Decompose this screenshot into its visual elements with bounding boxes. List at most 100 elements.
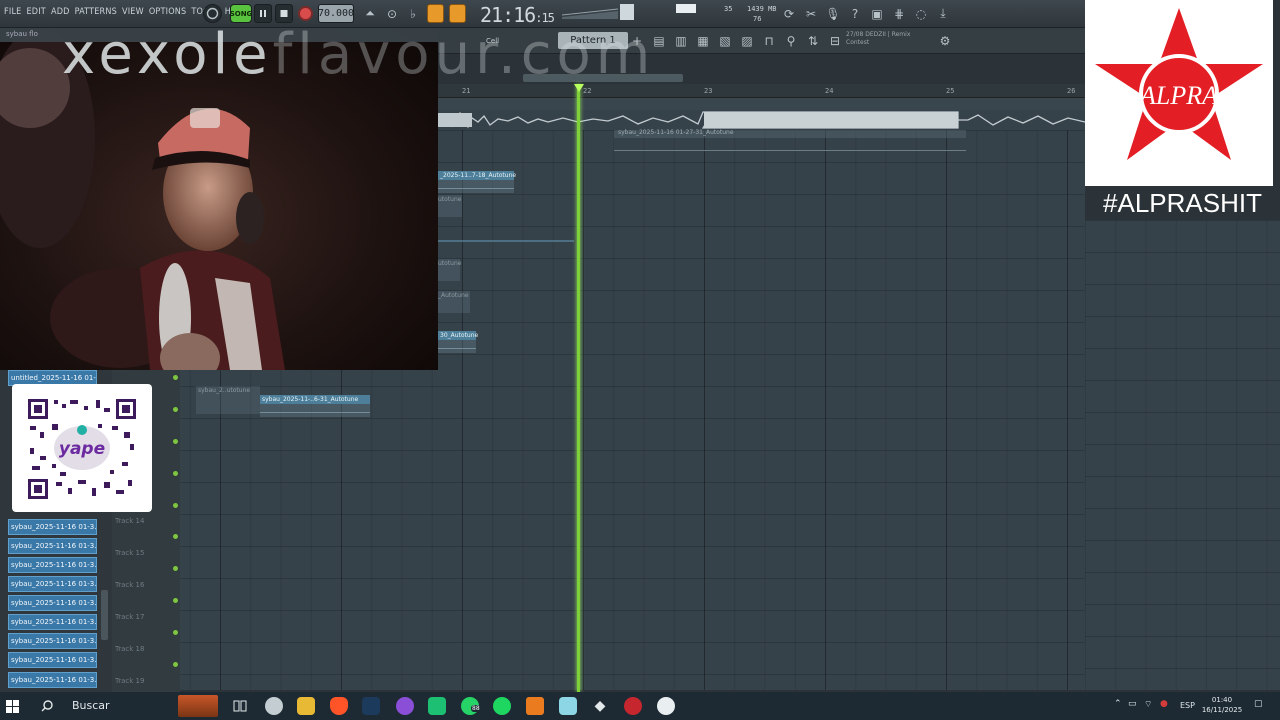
menu-file[interactable]: FILE <box>4 7 21 17</box>
audio-clip[interactable]: sybau_2025-11-..6-31_Autotune <box>260 395 370 417</box>
help-icon[interactable]: ? <box>846 4 864 23</box>
clip-label: utotune <box>438 196 462 203</box>
epic-games-icon[interactable]: ◆ <box>591 697 609 715</box>
news-icon[interactable]: ⊟ <box>826 31 844 50</box>
track-header-16[interactable]: Track 16 <box>112 578 180 610</box>
taskbar-search[interactable]: Buscar <box>34 696 174 716</box>
track-mute-led[interactable] <box>173 407 178 412</box>
playhead[interactable] <box>577 84 580 692</box>
audio-clip-top[interactable]: sybau_2025-11-16 01-27-31_Autotune <box>614 129 966 156</box>
audio-clip[interactable]: utotune <box>438 195 462 217</box>
steam-icon[interactable] <box>362 697 380 715</box>
paint-tool-icon[interactable]: ▥ <box>672 31 690 50</box>
microphone-icon[interactable]: 🎙 <box>824 4 842 23</box>
tray-wifi-icon[interactable]: ⌔ <box>1144 699 1152 710</box>
track-mute-led[interactable] <box>173 534 178 539</box>
menu-view[interactable]: VIEW <box>122 7 144 17</box>
countdown-icon[interactable]: ♭ <box>404 4 422 23</box>
stop-button[interactable] <box>275 4 293 23</box>
track-mute-led[interactable] <box>173 598 178 603</box>
audio-clip[interactable]: _2025-11..7-18_Autotune <box>438 171 516 193</box>
browser-file[interactable]: sybau_2025-11-16 01-3... <box>8 557 97 573</box>
track-mute-led[interactable] <box>173 503 178 508</box>
loop-record-icon[interactable] <box>449 4 466 23</box>
taskbar-clock[interactable]: 01:40 16/11/2025 <box>1197 695 1247 715</box>
tray-network-icon[interactable]: ▭ <box>1128 699 1137 709</box>
track-mute-led[interactable] <box>173 662 178 667</box>
menu-edit[interactable]: EDIT <box>26 7 45 17</box>
task-view-icon[interactable] <box>231 697 249 715</box>
file-explorer-icon[interactable] <box>297 697 315 715</box>
song-mode-button[interactable]: SONG <box>230 4 252 23</box>
discord-icon[interactable] <box>396 697 414 715</box>
track-mute-led[interactable] <box>173 471 178 476</box>
audio-clip[interactable]: _Autotune <box>438 291 470 313</box>
fl-studio-icon[interactable] <box>526 697 544 715</box>
obs-icon[interactable] <box>624 697 642 715</box>
audio-clip[interactable]: 30_Autotune <box>438 331 478 353</box>
mixer-view-icon[interactable]: ⊓ <box>760 31 778 50</box>
plugin-icon[interactable]: ⚲ <box>782 31 800 50</box>
track-header-14[interactable]: Track 14 <box>112 514 180 546</box>
piano-roll-icon[interactable]: ▦ <box>694 31 712 50</box>
brave-browser-icon[interactable] <box>330 697 348 715</box>
chat-icon[interactable]: ◌ <box>912 4 930 23</box>
browser-scrollbar[interactable] <box>101 590 108 640</box>
app-h-icon[interactable] <box>428 697 446 715</box>
audio-clip-ghost[interactable]: sybau_2..utotune <box>196 386 260 414</box>
tray-language[interactable]: ESP <box>1180 701 1195 710</box>
track-header-17[interactable]: Track 17 <box>112 610 180 642</box>
browser-file[interactable]: sybau_2025-11-16 01-3... <box>8 576 97 592</box>
browser-file[interactable]: sybau_2025-11-16 01-3... <box>8 538 97 554</box>
menu-add[interactable]: ADD <box>51 7 70 17</box>
app-icon[interactable] <box>265 697 283 715</box>
search-highlight-image[interactable] <box>178 695 218 717</box>
track-mute-led[interactable] <box>173 566 178 571</box>
browser-file[interactable]: sybau_2025-11-16 01-3... <box>8 633 97 649</box>
media-player-icon[interactable] <box>657 697 675 715</box>
wait-input-icon[interactable]: ⊙ <box>383 4 401 23</box>
browser-icon[interactable]: ▧ <box>716 31 734 50</box>
refresh-icon[interactable]: ⟳ <box>780 4 798 23</box>
record-button[interactable] <box>298 6 313 21</box>
tray-chevron-icon[interactable]: ⌃ <box>1114 699 1122 709</box>
menu-patterns[interactable]: PATTERNS <box>75 7 117 17</box>
tempo-display[interactable]: 70.000 <box>318 4 354 23</box>
spotify-icon[interactable] <box>493 697 511 715</box>
audio-waveform[interactable] <box>438 110 1085 130</box>
save-icon[interactable]: ▣ <box>868 4 886 23</box>
track-header-15[interactable]: Track 15 <box>112 546 180 578</box>
cut-icon[interactable]: ✂ <box>802 4 820 23</box>
track-mute-led[interactable] <box>173 439 178 444</box>
track-header-19[interactable]: Track 19 <box>112 674 180 692</box>
download-icon[interactable]: ⤓ <box>934 4 952 23</box>
browser-file[interactable]: sybau_2025-11-16 01-3... <box>8 652 97 668</box>
metronome-icon[interactable]: ⏶ <box>361 4 379 23</box>
tempo-tap-icon[interactable]: ⇅ <box>804 31 822 50</box>
audio-clip[interactable]: utotune <box>438 259 461 281</box>
whatsapp-icon[interactable]: 88 <box>461 697 481 715</box>
tray-app-icon[interactable]: ● <box>1160 699 1168 709</box>
track-header-18[interactable]: Track 18 <box>112 642 180 674</box>
track-1-header-strip <box>438 98 1085 110</box>
browser-file[interactable]: sybau_2025-11-16 01-3... <box>8 519 97 535</box>
browser-file[interactable]: sybau_2025-11-16 01-3... <box>8 672 97 688</box>
power-icon[interactable] <box>203 4 222 23</box>
master-volume-knob[interactable] <box>620 4 634 20</box>
browser-file[interactable]: sybau_2025-11-16 01-3... <box>8 595 97 611</box>
menu-options[interactable]: OPTIONS <box>149 7 187 17</box>
alpra-logo-text: ALPRA <box>1138 81 1218 110</box>
channel-rack-icon[interactable]: ▨ <box>738 31 756 50</box>
track-mute-led[interactable] <box>173 375 178 380</box>
settings-gear-icon[interactable]: ⚙ <box>936 31 954 50</box>
browser-file[interactable]: sybau_2025-11-16 01-3... <box>8 614 97 630</box>
cpu-readout: 35 <box>724 5 733 13</box>
pause-button[interactable] <box>254 4 272 23</box>
mixer-icon[interactable]: ⋕ <box>890 4 908 23</box>
notification-icon[interactable]: ▢ <box>1254 699 1263 709</box>
notepad-icon[interactable] <box>559 697 577 715</box>
track-mute-led[interactable] <box>173 630 178 635</box>
windows-start-icon[interactable] <box>6 699 20 713</box>
playlist-grid-right[interactable] <box>1085 220 1280 690</box>
step-edit-icon[interactable] <box>427 4 444 23</box>
